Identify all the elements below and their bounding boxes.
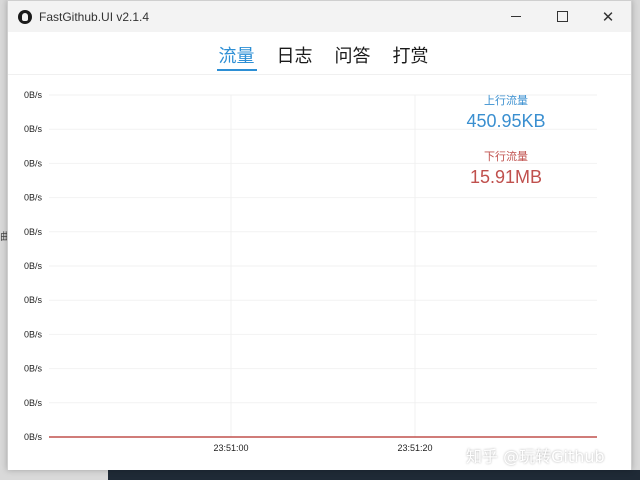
- background-taskbar-strip: [108, 470, 640, 480]
- y-tick-label: 0B/s: [24, 124, 43, 134]
- tab-faq[interactable]: 问答: [335, 32, 371, 72]
- y-tick-label: 0B/s: [24, 329, 43, 339]
- watermark-text: 知乎 @玩转Github: [466, 447, 605, 466]
- main-content: 流量 日志 问答 打赏 0B/s 0B/s 0B/s 0B/s 0B/s 0B/s 0B/s…: [8, 32, 631, 470]
- y-tick-label: 0B/s: [24, 295, 43, 305]
- tab-logs[interactable]: 日志: [277, 32, 313, 72]
- close-icon: ✕: [601, 7, 615, 26]
- y-tick-label: 0B/s: [24, 261, 43, 271]
- upload-value: 450.95KB: [466, 111, 546, 131]
- x-tick-label: 23:51:20: [397, 443, 432, 453]
- window-controls: ✕: [493, 1, 631, 32]
- app-window: FastGithub.UI v2.1.4 ✕ 流量 日志 问答 打赏 0B/s 0…: [7, 0, 632, 470]
- window-title: FastGithub.UI v2.1.4: [39, 9, 150, 24]
- y-tick-label: 0B/s: [24, 227, 43, 237]
- traffic-chart: 0B/s 0B/s 0B/s 0B/s 0B/s 0B/s 0B/s 0B/s 0B/s 0B/s…: [8, 74, 631, 470]
- y-tick-label: 0B/s: [24, 90, 43, 100]
- upload-stat: 上行流量 450.95KB: [446, 92, 566, 132]
- maximize-icon: [556, 11, 568, 22]
- upload-label: 上行流量: [484, 94, 528, 107]
- app-logo-icon: [18, 9, 32, 24]
- tab-traffic[interactable]: 流量: [216, 32, 257, 72]
- title-bar[interactable]: FastGithub.UI v2.1.4 ✕: [8, 1, 631, 32]
- minimize-button[interactable]: [493, 1, 539, 32]
- x-tick-label: 23:51:00: [213, 443, 248, 453]
- download-value: 15.91MB: [469, 167, 543, 187]
- y-tick-label: 0B/s: [24, 432, 43, 442]
- y-tick-label: 0B/s: [24, 398, 43, 408]
- download-label: 下行流量: [484, 150, 528, 163]
- close-button[interactable]: ✕: [585, 1, 631, 32]
- y-tick-label: 0B/s: [24, 364, 43, 374]
- y-tick-label: 0B/s: [24, 193, 43, 203]
- maximize-button[interactable]: [539, 1, 585, 32]
- traffic-chart-svg: 0B/s 0B/s 0B/s 0B/s 0B/s 0B/s 0B/s 0B/s 0B/s 0B/s…: [24, 90, 597, 453]
- y-tick-label: 0B/s: [24, 158, 43, 168]
- download-stat: 下行流量 15.91MB: [446, 148, 566, 188]
- minimize-icon: [511, 16, 521, 17]
- tab-bar: 流量 日志 问答 打赏: [8, 32, 631, 72]
- tab-donate[interactable]: 打赏: [393, 32, 429, 72]
